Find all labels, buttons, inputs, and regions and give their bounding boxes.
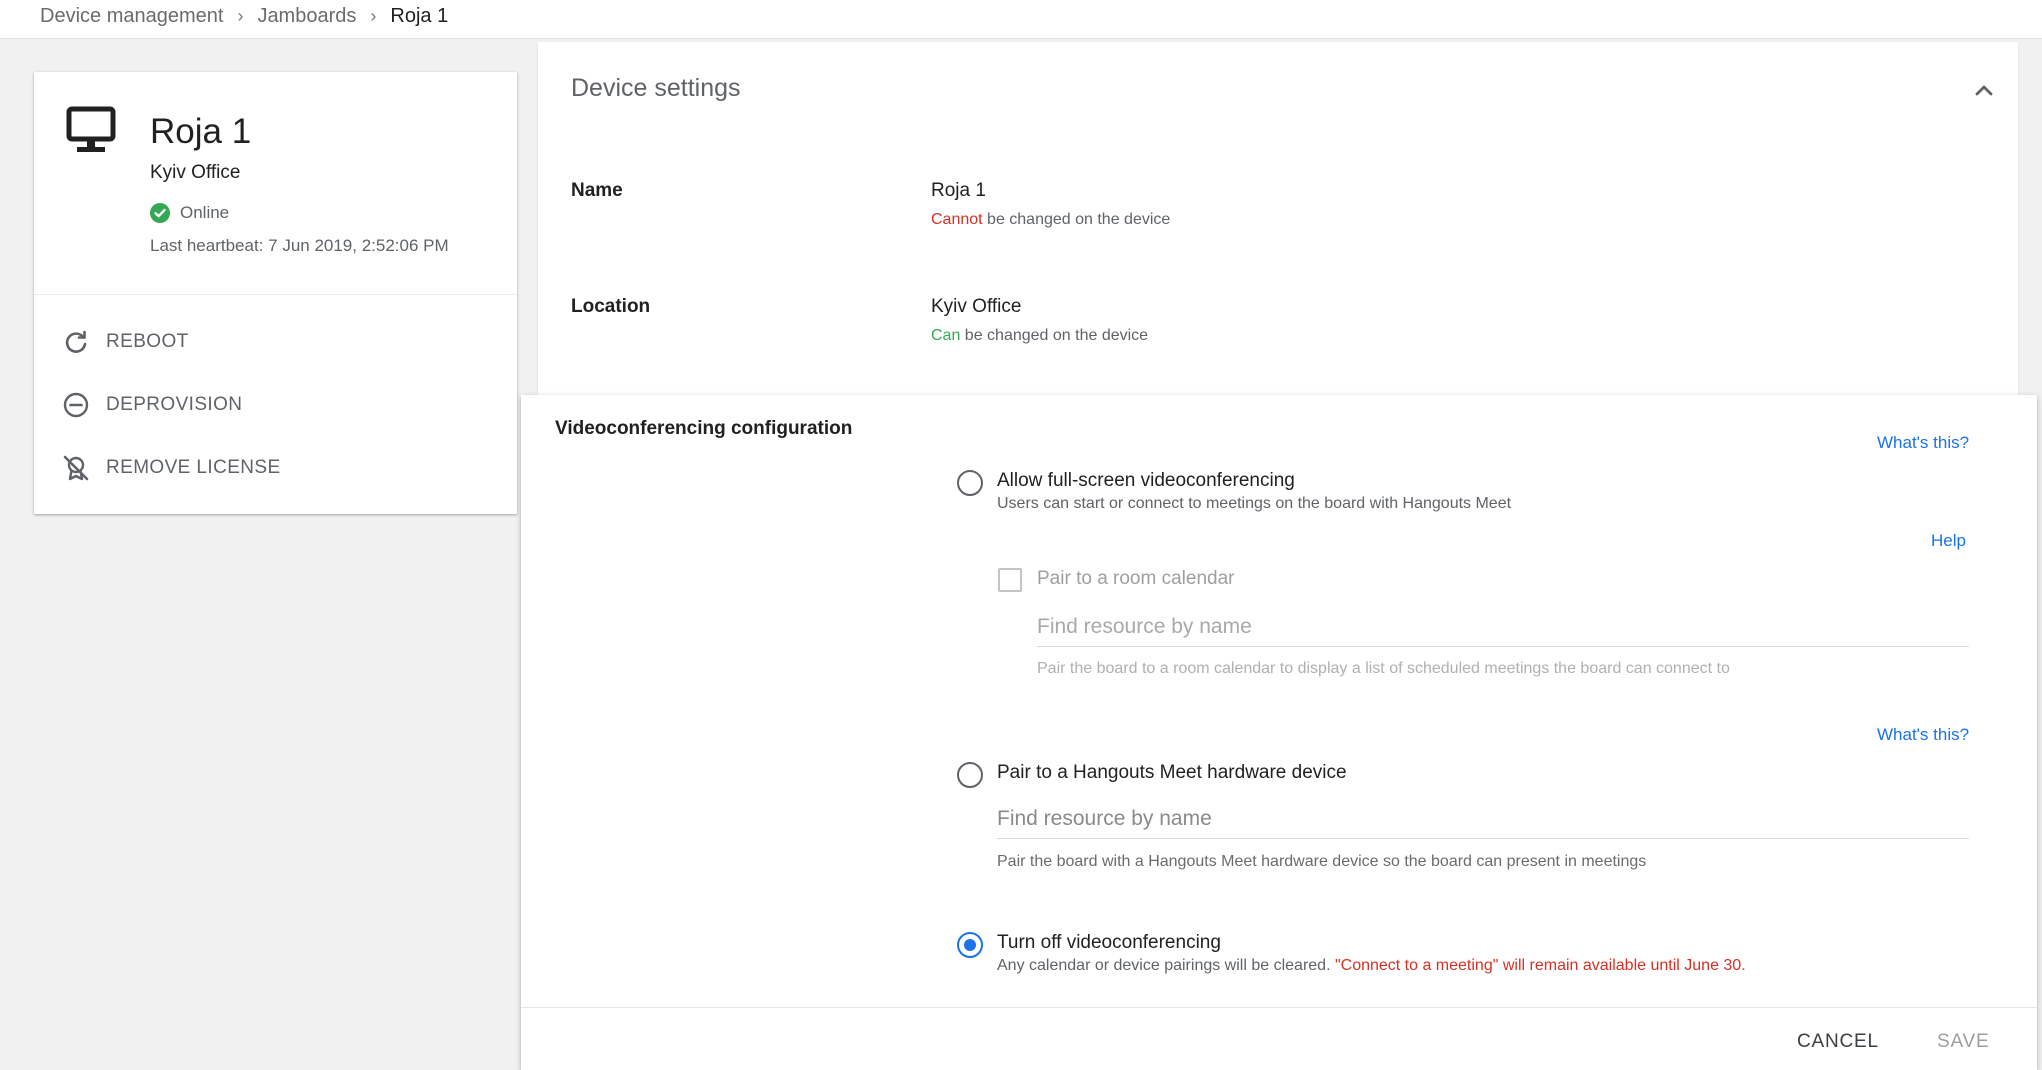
option-full-screen-desc: Users can start or connect to meetings o… xyxy=(997,495,1512,512)
save-button[interactable]: SAVE xyxy=(1937,1031,1989,1053)
radio-full-screen-vc[interactable] xyxy=(957,470,983,496)
name-note: Cannot be changed on the device xyxy=(931,211,1170,229)
monitor-icon xyxy=(66,106,116,152)
remove-license-button[interactable]: REMOVE LICENSE xyxy=(62,448,281,488)
whats-this-link[interactable]: What's this? xyxy=(1877,433,1969,453)
name-note-prefix: Cannot xyxy=(931,211,983,228)
room-calendar-search-input[interactable] xyxy=(1037,608,1969,647)
pair-room-calendar-label: Pair to a room calendar xyxy=(1037,568,1235,589)
top-bar: Device management › Jamboards › Roja 1 xyxy=(0,0,2042,39)
help-link[interactable]: Help xyxy=(1931,531,1966,551)
deprovision-button[interactable]: DEPROVISION xyxy=(62,385,242,425)
vc-title: Videoconferencing configuration xyxy=(555,418,853,439)
location-value: Kyiv Office xyxy=(931,296,1022,317)
name-value: Roja 1 xyxy=(931,180,986,201)
chevron-right-icon: › xyxy=(370,5,377,26)
device-name: Roja 1 xyxy=(150,112,252,151)
device-status: Online xyxy=(150,203,229,223)
room-calendar-hint: Pair the board to a room calendar to dis… xyxy=(1037,660,1730,677)
reboot-button[interactable]: REBOOT xyxy=(62,322,189,362)
breadcrumb-device-management[interactable]: Device management xyxy=(40,5,223,28)
hardware-device-search-input[interactable] xyxy=(997,800,1969,839)
last-heartbeat: Last heartbeat: 7 Jun 2019, 2:52:06 PM xyxy=(150,236,449,255)
refresh-icon xyxy=(65,330,87,353)
remove-license-label: REMOVE LICENSE xyxy=(106,457,281,478)
device-location: Kyiv Office xyxy=(150,162,241,183)
chevron-up-icon[interactable] xyxy=(1966,72,2002,108)
radio-pair-hardware[interactable] xyxy=(957,762,983,788)
option-turn-off-desc: Any calendar or device pairings will be … xyxy=(997,957,1746,975)
device-summary-card: Roja 1 Kyiv Office Online Last heartbeat… xyxy=(34,72,517,514)
location-label: Location xyxy=(571,296,651,317)
breadcrumb: Device management › Jamboards › Roja 1 xyxy=(40,2,448,30)
location-note-rest: be changed on the device xyxy=(960,327,1149,344)
pair-room-calendar-checkbox[interactable] xyxy=(998,568,1022,592)
turn-off-desc-text: Any calendar or device pairings will be … xyxy=(997,957,1335,974)
deprovision-label: DEPROVISION xyxy=(106,394,243,415)
name-note-rest: be changed on the device xyxy=(982,211,1171,228)
location-note: Can be changed on the device xyxy=(931,327,1148,345)
option-full-screen-label: Allow full-screen videoconferencing xyxy=(997,470,1295,491)
radio-turn-off-vc[interactable] xyxy=(957,932,983,958)
turn-off-warning: "Connect to a meeting" will remain avail… xyxy=(1334,957,1746,974)
whats-this-link-2[interactable]: What's this? xyxy=(1877,725,1969,745)
license-off-icon xyxy=(63,455,89,481)
videoconferencing-card: Videoconferencing configuration What's t… xyxy=(521,395,2037,1070)
footer-divider xyxy=(521,1007,2037,1008)
location-note-prefix: Can xyxy=(931,327,961,344)
settings-title: Device settings xyxy=(571,74,741,102)
name-label: Name xyxy=(571,180,623,201)
chevron-right-icon: › xyxy=(237,5,244,26)
option-pair-hardware-label: Pair to a Hangouts Meet hardware device xyxy=(997,762,1347,783)
breadcrumb-current: Roja 1 xyxy=(390,4,449,27)
device-settings-panel: Device settings Name Roja 1 Cannot be ch… xyxy=(538,42,2018,402)
hardware-device-hint: Pair the board with a Hangouts Meet hard… xyxy=(997,853,1647,870)
divider xyxy=(34,294,517,295)
remove-circle-icon xyxy=(63,392,89,418)
reboot-label: REBOOT xyxy=(106,331,189,352)
option-turn-off-label: Turn off videoconferencing xyxy=(997,932,1221,953)
status-label: Online xyxy=(180,203,230,222)
cancel-button[interactable]: CANCEL xyxy=(1797,1031,1879,1053)
breadcrumb-jamboards[interactable]: Jamboards xyxy=(257,5,356,28)
check-circle-icon xyxy=(150,203,170,223)
